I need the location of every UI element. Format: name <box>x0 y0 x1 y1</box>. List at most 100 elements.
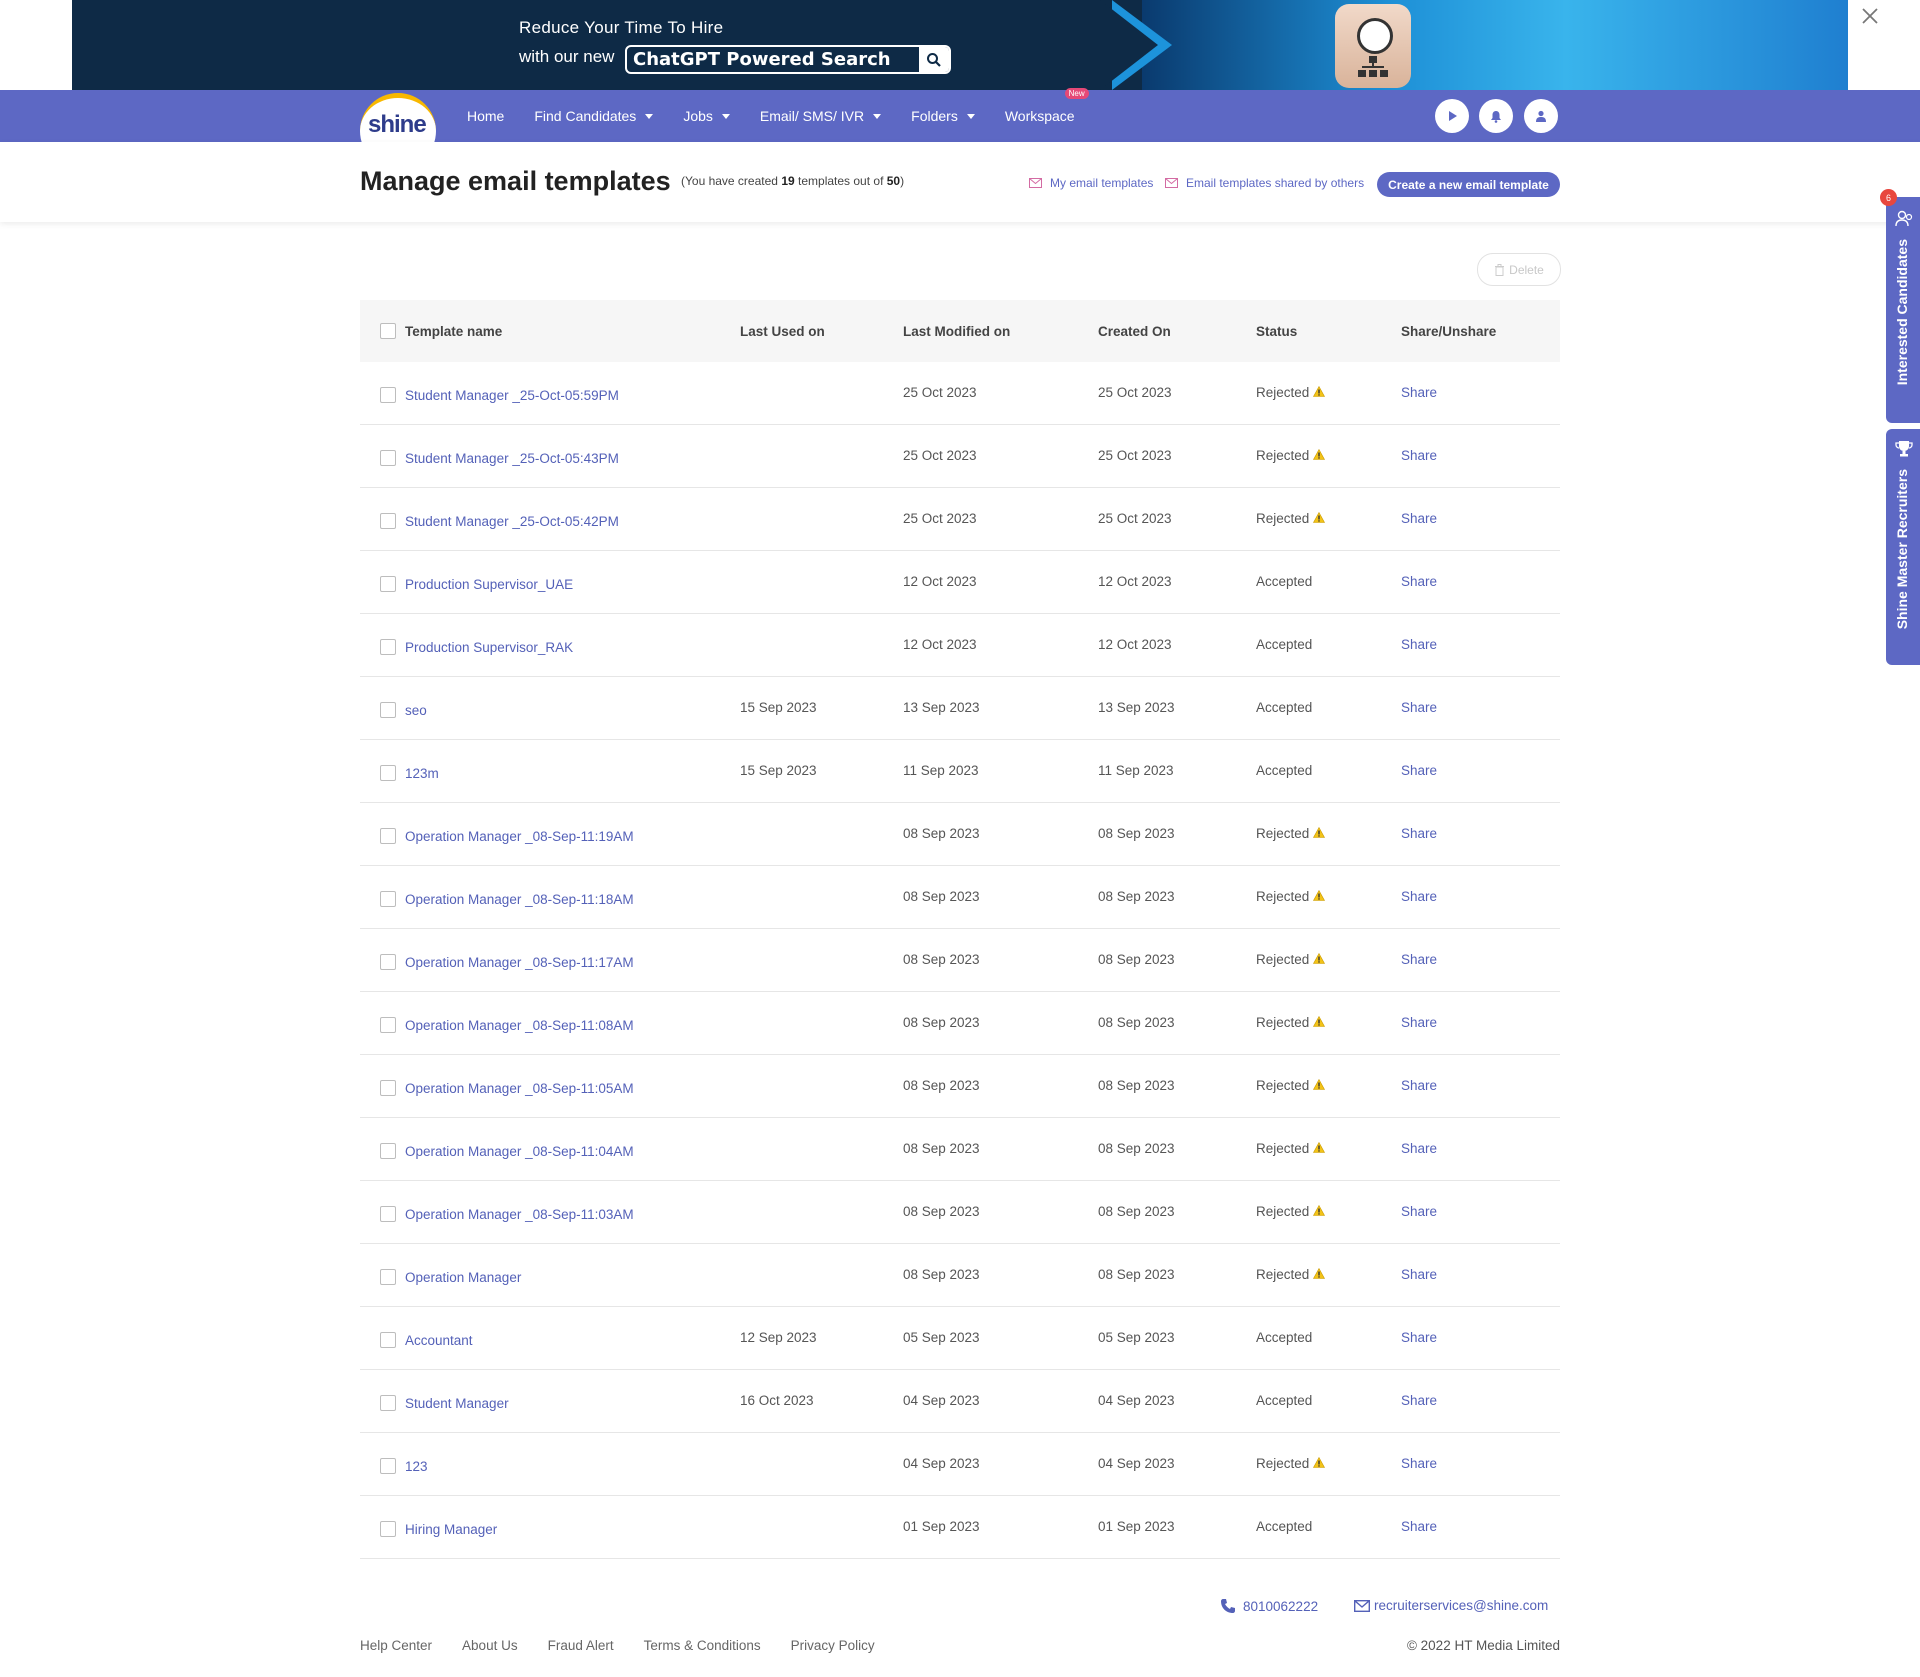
share-link[interactable]: Share <box>1401 1078 1437 1093</box>
mail-icon <box>1165 178 1178 188</box>
template-name-link[interactable]: Student Manager _25-Oct-05:43PM <box>405 451 619 466</box>
row-checkbox[interactable] <box>380 1017 396 1033</box>
footer-link-privacy[interactable]: Privacy Policy <box>791 1638 875 1653</box>
footer-link-help-center[interactable]: Help Center <box>360 1638 432 1653</box>
row-checkbox[interactable] <box>380 702 396 718</box>
share-link[interactable]: Share <box>1401 1330 1437 1345</box>
share-link[interactable]: Share <box>1401 448 1437 463</box>
template-name-link[interactable]: Operation Manager _08-Sep-11:04AM <box>405 1144 634 1159</box>
row-checkbox[interactable] <box>380 387 396 403</box>
template-name-link[interactable]: Operation Manager _08-Sep-11:19AM <box>405 829 634 844</box>
share-link[interactable]: Share <box>1401 1267 1437 1282</box>
template-name-link[interactable]: Student Manager _25-Oct-05:59PM <box>405 388 619 403</box>
share-link[interactable]: Share <box>1401 1393 1437 1408</box>
row-checkbox[interactable] <box>380 1143 396 1159</box>
row-checkbox[interactable] <box>380 1206 396 1222</box>
nav-item-workspace[interactable]: Workspace New <box>1005 88 1089 124</box>
footer-phone[interactable]: 8010062222 <box>1220 1598 1318 1614</box>
template-name-link[interactable]: Operation Manager <box>405 1270 521 1285</box>
my-email-templates-link[interactable]: My email templates <box>1029 176 1153 190</box>
created-cell: 05 Sep 2023 <box>1098 1329 1175 1345</box>
banner-subline: with our new <box>519 47 615 66</box>
nav-item-jobs[interactable]: Jobs <box>683 108 730 124</box>
select-all-checkbox[interactable] <box>380 323 396 339</box>
share-link[interactable]: Share <box>1401 511 1437 526</box>
template-name-link[interactable]: Operation Manager _08-Sep-11:17AM <box>405 955 634 970</box>
template-name-link[interactable]: Operation Manager _08-Sep-11:03AM <box>405 1207 634 1222</box>
template-name-link[interactable]: Hiring Manager <box>405 1522 497 1537</box>
row-checkbox[interactable] <box>380 1395 396 1411</box>
play-icon[interactable] <box>1435 99 1469 133</box>
promo-banner[interactable]: Reduce Your Time To Hire with our new Ch… <box>72 0 1848 90</box>
shine-logo[interactable]: shine <box>360 93 436 169</box>
row-checkbox[interactable] <box>380 1458 396 1474</box>
share-link[interactable]: Share <box>1401 700 1437 715</box>
share-link[interactable]: Share <box>1401 889 1437 904</box>
share-link[interactable]: Share <box>1401 1015 1437 1030</box>
status-text: Accepted <box>1256 699 1313 715</box>
row-checkbox[interactable] <box>380 1521 396 1537</box>
row-checkbox[interactable] <box>380 828 396 844</box>
row-checkbox[interactable] <box>380 765 396 781</box>
share-link[interactable]: Share <box>1401 637 1437 652</box>
table-row: Operation Manager _08-Sep-11:17AM 08 Sep … <box>360 929 1560 992</box>
copyright: © 2022 HT Media Limited <box>1406 1638 1560 1653</box>
row-checkbox[interactable] <box>380 1269 396 1285</box>
template-name-link[interactable]: Operation Manager _08-Sep-11:18AM <box>405 892 634 907</box>
template-name-link[interactable]: seo <box>405 703 427 718</box>
shared-templates-link[interactable]: Email templates shared by others <box>1165 176 1364 190</box>
delete-button[interactable]: Delete <box>1477 253 1561 286</box>
row-checkbox[interactable] <box>380 1332 396 1348</box>
last-modified-cell: 04 Sep 2023 <box>903 1392 980 1408</box>
footer-email[interactable]: recruiterservices@shine.com <box>1354 1598 1548 1613</box>
nav-item-home[interactable]: Home <box>467 108 504 124</box>
last-modified-cell: 13 Sep 2023 <box>903 699 980 715</box>
last-modified-cell: 25 Oct 2023 <box>903 510 977 526</box>
last-modified-cell: 08 Sep 2023 <box>903 951 980 967</box>
row-checkbox[interactable] <box>380 450 396 466</box>
shine-master-recruiters-tab[interactable]: Shine Master Recruiters <box>1886 429 1920 665</box>
nav-item-email-sms-ivr[interactable]: Email/ SMS/ IVR <box>760 108 882 124</box>
share-link[interactable]: Share <box>1401 763 1437 778</box>
template-name-link[interactable]: Student Manager <box>405 1396 509 1411</box>
share-link[interactable]: Share <box>1401 1141 1437 1156</box>
status-text: Rejected <box>1256 384 1310 400</box>
template-name-link[interactable]: Accountant <box>405 1333 473 1348</box>
template-name-link[interactable]: Student Manager _25-Oct-05:42PM <box>405 514 619 529</box>
row-checkbox[interactable] <box>380 639 396 655</box>
bell-icon[interactable] <box>1479 99 1513 133</box>
nav-item-find-candidates[interactable]: Find Candidates <box>534 108 654 124</box>
row-checkbox[interactable] <box>380 954 396 970</box>
row-checkbox[interactable] <box>380 513 396 529</box>
template-name-link[interactable]: 123 <box>405 1459 428 1474</box>
footer-link-terms[interactable]: Terms & Conditions <box>644 1638 761 1653</box>
template-name-link[interactable]: Production Supervisor_RAK <box>405 640 573 655</box>
row-checkbox[interactable] <box>380 1080 396 1096</box>
template-name-link[interactable]: Production Supervisor_UAE <box>405 577 573 592</box>
template-name-link[interactable]: Operation Manager _08-Sep-11:08AM <box>405 1018 634 1033</box>
column-header-last-used: Last Used on <box>740 323 825 339</box>
share-link[interactable]: Share <box>1401 574 1437 589</box>
row-checkbox[interactable] <box>380 576 396 592</box>
footer-link-fraud-alert[interactable]: Fraud Alert <box>548 1638 614 1653</box>
interested-candidates-tab[interactable]: Interested Candidates <box>1886 197 1920 423</box>
template-name-link[interactable]: 123m <box>405 766 439 781</box>
create-template-button[interactable]: Create a new email template <box>1377 172 1560 197</box>
share-link[interactable]: Share <box>1401 1204 1437 1219</box>
share-link[interactable]: Share <box>1401 952 1437 967</box>
last-modified-cell: 08 Sep 2023 <box>903 825 980 841</box>
nav-item-folders[interactable]: Folders <box>911 108 975 124</box>
row-checkbox[interactable] <box>380 891 396 907</box>
footer-link-about-us[interactable]: About Us <box>462 1638 518 1653</box>
banner-headline: Reduce Your Time To Hire <box>519 18 724 37</box>
share-link[interactable]: Share <box>1401 1519 1437 1534</box>
share-link[interactable]: Share <box>1401 385 1437 400</box>
warning-icon <box>1313 1456 1326 1471</box>
table-row: Production Supervisor_RAK 12 Oct 2023 12 O… <box>360 614 1560 677</box>
template-name-link[interactable]: Operation Manager _08-Sep-11:05AM <box>405 1081 634 1096</box>
user-icon[interactable] <box>1524 99 1558 133</box>
close-icon[interactable] <box>1858 5 1882 29</box>
share-link[interactable]: Share <box>1401 1456 1437 1471</box>
share-link[interactable]: Share <box>1401 826 1437 841</box>
table-row: Operation Manager _08-Sep-11:03AM 08 Sep … <box>360 1181 1560 1244</box>
